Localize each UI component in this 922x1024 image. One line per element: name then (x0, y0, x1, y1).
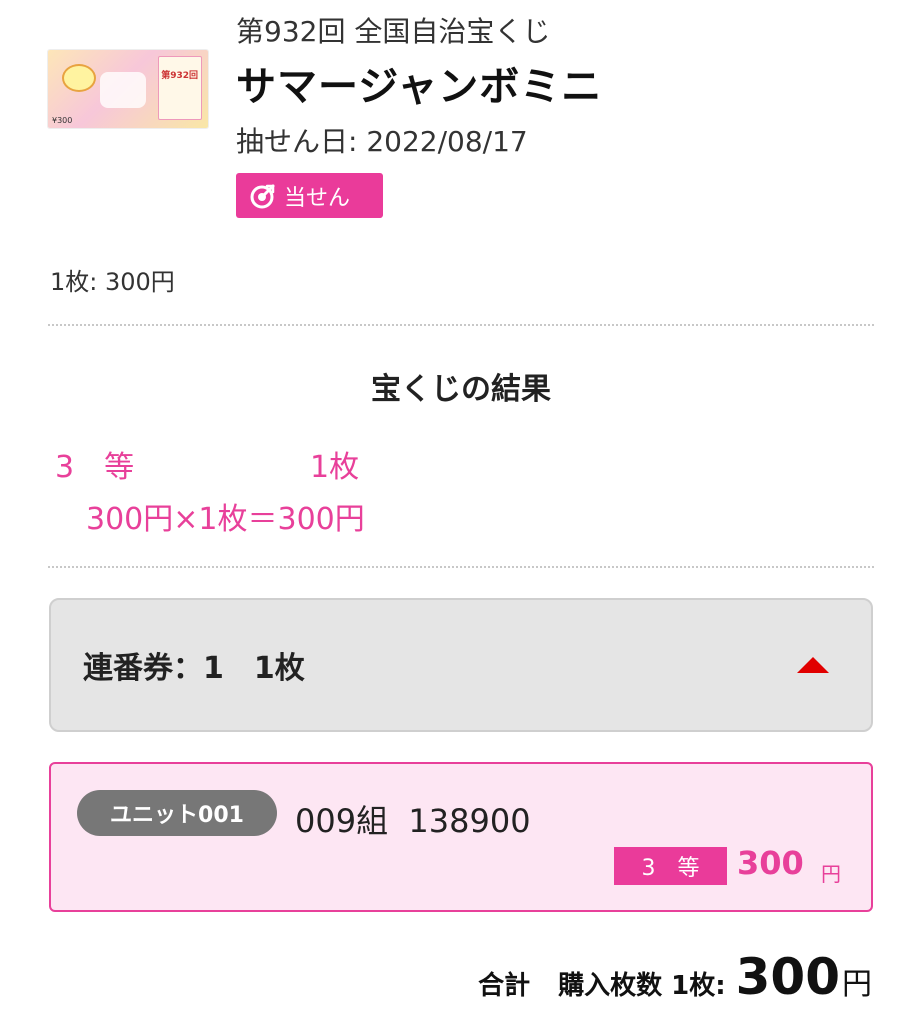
ticket-image: 第932回 ¥300 (48, 50, 208, 128)
caret-up-icon[interactable] (797, 657, 829, 673)
lottery-result-page: 第932回 ¥300 第932回 全国自治宝くじ サマージャンボミニ 抽せん日:… (0, 0, 922, 1024)
prize-currency: 円 (821, 862, 841, 886)
target-icon (250, 184, 275, 208)
purchase-count: 購入枚数 1枚: (558, 971, 726, 1001)
draw-date: 抽せん日: 2022/08/17 (236, 125, 528, 158)
total-summary: 合計 購入枚数 1枚: 300 円 (478, 948, 872, 1006)
ticket-number: 009組 138900 (295, 802, 531, 840)
divider (48, 566, 874, 568)
win-status-label: 当せん (284, 185, 351, 211)
result-prize-rank: 3 等 (55, 450, 135, 485)
ticket-price-label: ¥300 (52, 116, 73, 125)
ticket-number-panel (158, 56, 202, 120)
draw-round: 第932回 全国自治宝くじ (236, 15, 551, 48)
total-label: 合計 (478, 971, 531, 1001)
game-title: サマージャンボミニ (236, 64, 603, 110)
total-currency: 円 (842, 967, 872, 1002)
divider (48, 324, 874, 326)
results-section-title: 宝くじの結果 (371, 372, 551, 407)
accordion-label: 連番券：1 1枚 (83, 651, 305, 686)
prize-rank-tag: 3 等 (614, 847, 727, 885)
unit-price: 1枚: 300円 (50, 268, 175, 296)
result-calculation: 300円×1枚＝300円 (86, 502, 365, 537)
prize-amount: 300 (737, 844, 804, 882)
result-ticket-count: 1枚 (310, 450, 360, 485)
win-status-badge: 当せん (236, 173, 383, 218)
unit-result-card: ユニット001 009組 138900 3 等 300 円 (49, 762, 873, 912)
unit-pill: ユニット001 (77, 790, 277, 836)
consecutive-tickets-accordion[interactable]: 連番券：1 1枚 (49, 598, 873, 732)
total-amount: 300 (735, 948, 840, 1006)
ticket-decoration-graphic (100, 72, 146, 108)
ticket-character-graphic (62, 64, 96, 92)
ticket-round-number: 第932回 (161, 71, 198, 81)
